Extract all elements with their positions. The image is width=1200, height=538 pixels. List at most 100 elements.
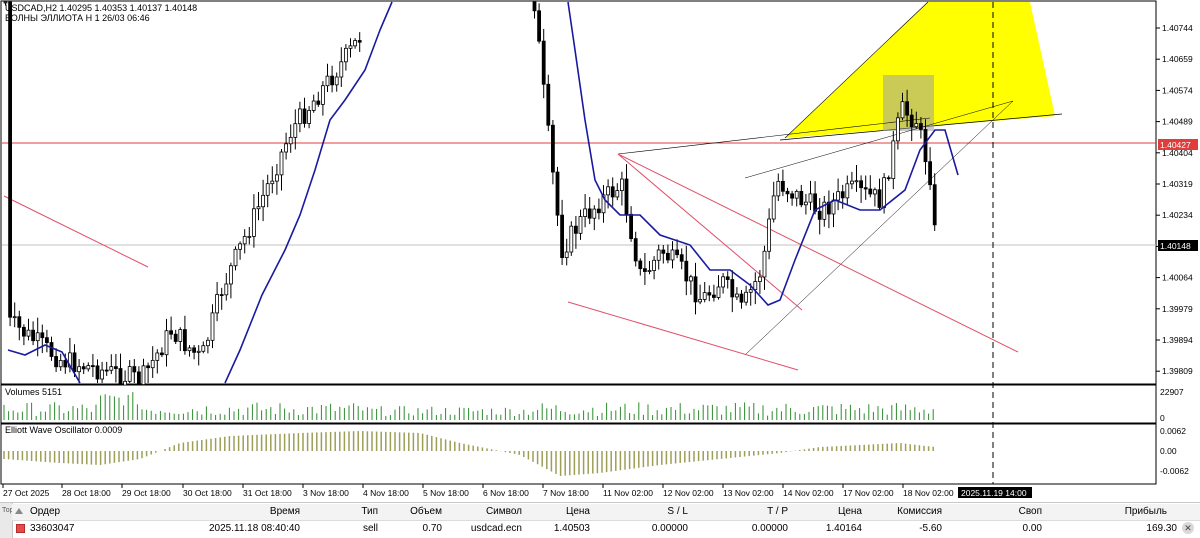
time-tick-label: 13 Nov 02:00 xyxy=(723,488,774,498)
order-sl[interactable]: 0.00000 xyxy=(632,523,688,534)
col-volume-header[interactable]: Объем xyxy=(382,506,442,517)
price-tick-label: 1.40234 xyxy=(1162,210,1193,220)
candle-body xyxy=(40,332,45,339)
candle-body xyxy=(771,195,776,220)
candle-body xyxy=(578,216,583,234)
ewo-bottom-tick: -0.0062 xyxy=(1160,466,1189,476)
col-swap-header[interactable]: Своп xyxy=(972,506,1042,517)
candle-body xyxy=(178,329,183,342)
candle-body xyxy=(72,352,77,373)
candle-body xyxy=(261,194,266,208)
candle-body xyxy=(270,180,275,185)
col-price-header[interactable]: Цена xyxy=(812,506,862,517)
col-tp-header[interactable]: T / P xyxy=(732,506,788,517)
candle-body xyxy=(919,123,923,130)
price-tick-label: 1.40489 xyxy=(1162,117,1193,127)
candle-body xyxy=(767,218,771,252)
time-tick-label: 28 Oct 18:00 xyxy=(62,488,111,498)
price-tick-label: 1.40659 xyxy=(1162,54,1193,64)
candle-body xyxy=(339,61,344,78)
ewo-top-tick: 0.0062 xyxy=(1160,426,1186,436)
candle-body xyxy=(238,243,243,250)
time-tick-label: 11 Nov 02:00 xyxy=(603,488,653,498)
candle-body xyxy=(891,140,896,179)
time-tick-label: 6 Nov 18:00 xyxy=(483,488,529,498)
candle-body xyxy=(753,281,758,291)
candle-body xyxy=(141,365,146,385)
candle-body xyxy=(343,47,348,63)
order-swap: 0.00 xyxy=(1022,523,1042,534)
candle-body xyxy=(136,371,141,385)
candle-body xyxy=(155,352,160,361)
candle-body xyxy=(210,312,215,341)
candle-body xyxy=(592,208,597,219)
candle-body xyxy=(574,225,578,234)
candle-body xyxy=(164,330,169,356)
ewo-mid-tick: 0.00 xyxy=(1160,446,1177,456)
candle-body xyxy=(63,360,68,368)
candle-body xyxy=(320,85,325,105)
candle-body xyxy=(790,193,794,199)
col-order-header[interactable]: Ордер xyxy=(30,506,60,517)
candle-body xyxy=(610,186,615,198)
col-symbol-header[interactable]: Символ xyxy=(452,506,522,517)
candle-body xyxy=(205,339,210,347)
sort-ascending-icon[interactable] xyxy=(15,508,23,514)
price-tick-label: 1.40744 xyxy=(1162,23,1193,33)
time-axis: 27 Oct 2025 28 Oct 18:00 29 Oct 18:00 30 Oc… xyxy=(2,484,954,498)
candle-body xyxy=(81,366,86,370)
time-tick-label: 31 Oct 18:00 xyxy=(243,488,292,498)
time-tick-label: 4 Nov 18:00 xyxy=(363,488,409,498)
candle-body xyxy=(288,136,293,145)
candle-body xyxy=(284,143,289,153)
chart-window[interactable]: USDCAD,H2 1.40295 1.40353 1.40137 1.4014… xyxy=(0,0,1200,537)
candle-body xyxy=(132,366,137,373)
candle-body xyxy=(647,270,652,272)
col-commission-header[interactable]: Комиссия xyxy=(882,506,942,517)
candle-body xyxy=(224,283,229,296)
time-tick-label: 3 Nov 18:00 xyxy=(303,488,349,498)
candle-body xyxy=(693,276,698,303)
candle-body xyxy=(353,40,358,47)
candle-body xyxy=(215,294,220,314)
price-tick-label: 1.39979 xyxy=(1162,304,1193,314)
candle-body xyxy=(587,208,592,219)
candle-body xyxy=(560,214,564,259)
candle-body xyxy=(854,180,859,183)
col-type-header[interactable]: Тип xyxy=(332,506,378,517)
col-sl-header[interactable]: S / L xyxy=(632,506,688,517)
candle-body xyxy=(196,350,201,353)
candle-body xyxy=(357,40,362,43)
order-type: sell xyxy=(362,523,378,534)
candle-body xyxy=(730,279,735,298)
candle-body xyxy=(707,292,712,296)
candle-body xyxy=(330,75,335,86)
candle-body xyxy=(86,365,91,370)
candle-body xyxy=(551,124,555,173)
order-commission: -5.60 xyxy=(919,523,942,534)
col-profit-header[interactable]: Прибыль xyxy=(1102,506,1167,517)
order-tp[interactable]: 0.00000 xyxy=(732,523,788,534)
candle-body xyxy=(882,177,886,208)
col-open-price-header[interactable]: Цена xyxy=(532,506,590,517)
candle-body xyxy=(932,184,937,226)
terminal-order-row[interactable]: 33603047 2025.11.18 08:40:40 sell 0.70 u… xyxy=(12,521,1200,537)
candle-body xyxy=(173,333,178,342)
candle-body xyxy=(739,293,744,303)
close-order-icon[interactable]: ✕ xyxy=(1182,522,1194,534)
candle-body xyxy=(104,369,109,372)
candle-body xyxy=(150,359,155,369)
candle-body xyxy=(537,10,541,42)
candle-body xyxy=(794,191,799,199)
candle-body xyxy=(21,326,26,337)
time-tick-label: 5 Nov 18:00 xyxy=(423,488,469,498)
col-time-header[interactable]: Время xyxy=(212,506,300,517)
time-tick-label: 29 Oct 18:00 xyxy=(122,488,171,498)
chart-symbol-header: USDCAD,H2 1.40295 1.40353 1.40137 1.4014… xyxy=(5,3,197,13)
candle-body xyxy=(58,360,63,368)
candle-body xyxy=(169,330,174,335)
candle-body xyxy=(334,76,339,86)
candle-body xyxy=(54,356,58,368)
terminal-trade-panel[interactable]: Тор Ордер Время Тип Объем Символ Цена S … xyxy=(0,502,1200,538)
candle-body xyxy=(77,366,81,373)
